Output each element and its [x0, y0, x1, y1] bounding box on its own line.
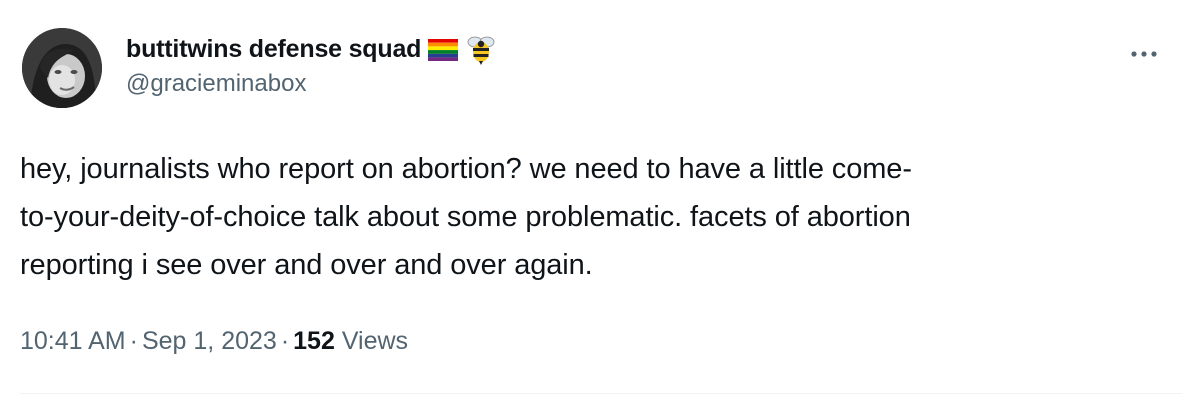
tweet-text: hey, journalists who report on abortion?… — [20, 153, 912, 281]
bee-icon — [465, 33, 497, 65]
tweet-date-link[interactable]: Sep 1, 2023 — [142, 327, 277, 355]
views-label: Views — [341, 327, 409, 355]
more-options-button[interactable] — [1126, 42, 1162, 66]
tweet-date: Sep 1, 2023 — [141, 327, 277, 355]
meta-separator: · — [129, 327, 138, 355]
rainbow-flag-icon — [427, 33, 459, 65]
meta-separator: · — [280, 327, 290, 355]
more-dots-icon — [1131, 51, 1157, 57]
divider — [20, 393, 1182, 394]
tweet-meta: 10:41 AM · Sep 1, 2023 · 152 Views — [20, 323, 408, 359]
views-link[interactable]: 152 Views — [293, 327, 408, 355]
tweet-time-link[interactable]: 10:41 AM — [20, 327, 126, 355]
user-handle[interactable]: @gracieminabox — [126, 68, 497, 100]
tweet-header: buttitwins defense squad @gracieminabox — [20, 28, 1180, 112]
display-name-row: buttitwins defense squad — [126, 32, 497, 66]
user-info: buttitwins defense squad @gracieminabox — [126, 32, 497, 100]
tweet-time: 10:41 AM — [20, 327, 126, 355]
tweet-card: buttitwins defense squad @gracieminabox … — [0, 0, 1200, 404]
avatar[interactable] — [22, 28, 102, 108]
avatar-image — [22, 28, 102, 108]
views-count: 152 — [293, 327, 335, 355]
display-name[interactable]: buttitwins defense squad — [126, 32, 421, 66]
